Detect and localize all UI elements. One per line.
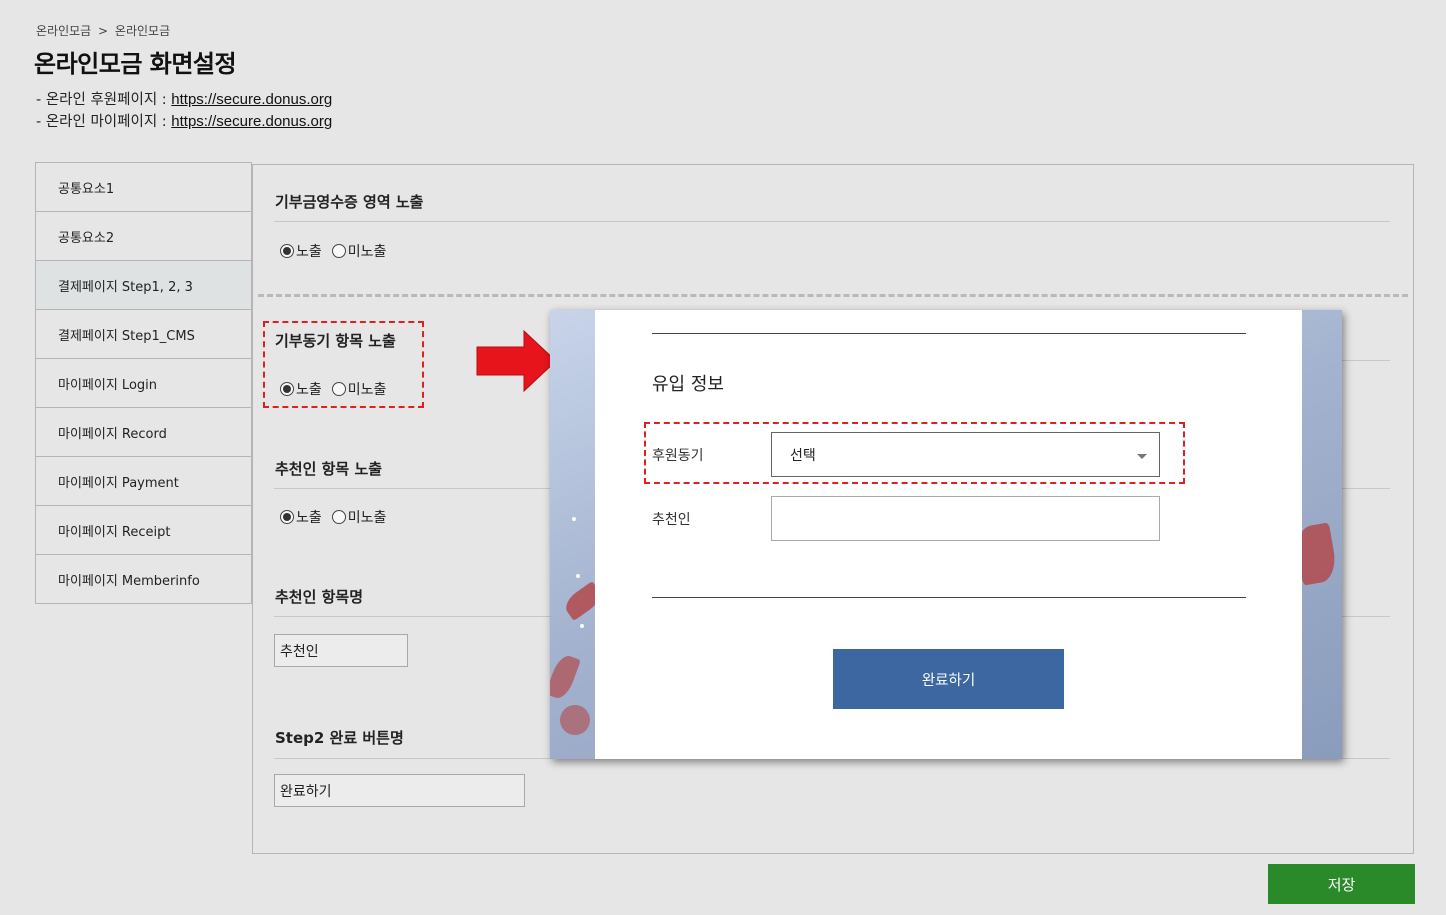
sidebar-item-mypage-login[interactable]: 마이페이지 Login — [36, 359, 251, 408]
divider — [652, 597, 1246, 598]
divider — [274, 221, 1390, 222]
recommender-input[interactable] — [771, 496, 1160, 541]
motive-label: 후원동기 — [652, 448, 704, 464]
receipt-area-show-radio[interactable] — [280, 244, 294, 258]
sidebar-item-mypage-payment[interactable]: 마이페이지 Payment — [36, 457, 251, 506]
chevron-down-icon — [1137, 454, 1147, 459]
radio-label: 미노출 — [347, 382, 387, 398]
divider — [1340, 616, 1390, 617]
sidebar-item-label: 마이페이지 Payment — [58, 475, 179, 491]
page-title: 온라인모금 화면설정 — [34, 50, 237, 78]
mypage-link-line: - 온라인 마이페이지 : https://secure.donus.org — [36, 110, 332, 131]
breadcrumb: 온라인모금 > 온라인모금 — [36, 22, 170, 39]
sidebar-item-label: 마이페이지 Memberinfo — [58, 573, 200, 589]
decorative-sparkle — [572, 517, 576, 521]
recommender-item-show-radio[interactable] — [280, 510, 294, 524]
divider — [274, 488, 550, 489]
inflow-info-title: 유입 정보 — [652, 374, 724, 395]
receipt-area-radio-group: 노출 미노출 — [280, 241, 396, 261]
mypage-link-label: - 온라인 마이페이지 : — [36, 114, 172, 130]
radio-label: 노출 — [296, 382, 322, 398]
sidebar-item-label: 공통요소1 — [58, 181, 115, 197]
motive-select[interactable]: 선택 — [771, 432, 1160, 477]
recommender-name-title: 추천인 항목명 — [275, 588, 364, 606]
step2-button-name-input[interactable]: 완료하기 — [274, 774, 525, 807]
motive-item-title: 기부동기 항목 노출 — [275, 332, 396, 350]
breadcrumb-separator: > — [98, 24, 109, 38]
motive-item-radio-group: 노출 미노출 — [280, 379, 396, 399]
divider — [274, 616, 550, 617]
sidebar-item-mypage-record[interactable]: 마이페이지 Record — [36, 408, 251, 457]
recommender-label: 추천인 — [652, 512, 691, 528]
decorative-sparkle — [576, 574, 580, 578]
radio-label: 미노출 — [347, 244, 387, 260]
donation-page-link-label: - 온라인 후원페이지 : — [36, 92, 172, 108]
radio-label: 노출 — [296, 510, 322, 526]
sidebar-item-label: 결제페이지 Step1, 2, 3 — [58, 279, 193, 295]
breadcrumb-parent[interactable]: 온라인모금 — [36, 24, 91, 38]
donation-page-link[interactable]: https://secure.donus.org — [171, 91, 332, 108]
decorative-petal — [560, 705, 590, 735]
sidebar-item-common-2[interactable]: 공통요소2 — [36, 212, 251, 261]
save-button[interactable]: 저장 — [1268, 864, 1415, 904]
divider — [652, 333, 1246, 334]
sidebar-item-common-1[interactable]: 공통요소1 — [36, 163, 251, 212]
breadcrumb-current: 온라인모금 — [114, 24, 171, 38]
sidebar-item-label: 공통요소2 — [58, 230, 115, 246]
recommender-item-hide-radio[interactable] — [331, 510, 346, 524]
sidebar-item-payment-step123[interactable]: 결제페이지 Step1, 2, 3 — [36, 261, 251, 310]
receipt-area-title: 기부금영수증 영역 노출 — [275, 193, 424, 211]
divider — [1340, 360, 1390, 361]
radio-label: 노출 — [296, 244, 322, 260]
donation-page-link-line: - 온라인 후원페이지 : https://secure.donus.org — [36, 88, 332, 109]
recommender-item-radio-group: 노출 미노출 — [280, 507, 396, 527]
radio-label: 미노출 — [347, 510, 387, 526]
recommender-name-input[interactable]: 추천인 — [274, 634, 408, 667]
mypage-link[interactable]: https://secure.donus.org — [171, 113, 332, 130]
motive-item-show-radio[interactable] — [280, 382, 294, 396]
preview-content: 유입 정보 후원동기 선택 추천인 완료하기 — [595, 310, 1302, 759]
receipt-area-hide-radio[interactable] — [331, 244, 346, 258]
arrow-right-icon — [476, 330, 557, 392]
sidebar-item-mypage-memberinfo[interactable]: 마이페이지 Memberinfo — [36, 555, 251, 604]
sidebar-item-label: 마이페이지 Receipt — [58, 524, 171, 540]
decorative-petal — [550, 652, 581, 702]
preview-popup: 유입 정보 후원동기 선택 추천인 완료하기 — [550, 310, 1342, 759]
recommender-item-title: 추천인 항목 노출 — [275, 460, 383, 478]
sidebar-item-label: 마이페이지 Record — [58, 426, 167, 442]
motive-item-hide-radio[interactable] — [331, 382, 346, 396]
sidebar-item-mypage-receipt[interactable]: 마이페이지 Receipt — [36, 506, 251, 555]
sidebar-item-payment-step1-cms[interactable]: 결제페이지 Step1_CMS — [36, 310, 251, 359]
sidebar-item-label: 결제페이지 Step1_CMS — [58, 328, 195, 344]
sidebar-item-label: 마이페이지 Login — [58, 377, 158, 393]
decorative-sparkle — [580, 624, 584, 628]
motive-select-value: 선택 — [790, 447, 816, 464]
divider — [1340, 488, 1390, 489]
dashed-separator — [258, 294, 1408, 297]
sidebar: 공통요소1 공통요소2 결제페이지 Step1, 2, 3 결제페이지 Step… — [35, 162, 252, 604]
complete-button[interactable]: 완료하기 — [833, 649, 1064, 709]
step2-button-name-title: Step2 완료 버튼명 — [275, 729, 404, 747]
